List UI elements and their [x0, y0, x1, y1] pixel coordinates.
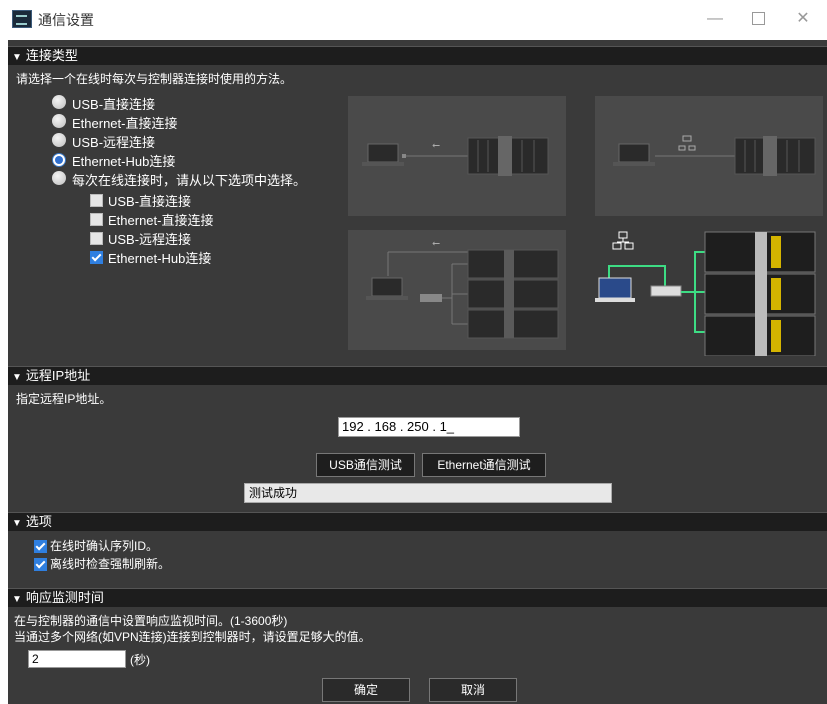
title-bar: 通信设置 — ✕ [0, 0, 827, 38]
radio-ethernet-hub[interactable] [52, 153, 66, 167]
close-button[interactable]: ✕ [785, 6, 821, 32]
response-description-line2: 当通过多个网络(如VPN连接)连接到控制器时，请设置足够大的值。 [14, 630, 371, 644]
maximize-button[interactable] [740, 6, 776, 32]
checkbox-label: Ethernet-直接连接 [108, 213, 214, 228]
radio-ethernet-direct[interactable] [52, 114, 66, 128]
section-header-response-time[interactable]: ▼ 响应监测时间 [8, 588, 827, 607]
minimize-button[interactable]: — [697, 6, 733, 32]
remote-ip-description: 指定远程IP地址。 [16, 392, 112, 406]
radio-label: 每次在线连接时，请从以下选项中选择。 [72, 173, 307, 188]
collapse-triangle-icon: ▼ [12, 518, 22, 529]
ethernet-test-button[interactable]: Ethernet通信测试 [422, 453, 546, 477]
usb-test-button[interactable]: USB通信测试 [316, 453, 415, 477]
usb-direct-illustration: ⭠ [348, 96, 566, 216]
conn-type-description: 请选择一个在线时每次与控制器连接时使用的方法。 [16, 72, 293, 86]
option-label: 离线时检查强制刷新。 [50, 557, 171, 571]
section-title: 选项 [25, 514, 52, 529]
ok-button[interactable]: 确定 [322, 678, 410, 702]
collapse-triangle-icon: ▼ [12, 594, 22, 605]
app-icon [12, 10, 32, 28]
checkbox-usb-remote[interactable] [90, 232, 103, 245]
checkbox-ethernet-hub[interactable] [90, 251, 103, 264]
section-header-options[interactable]: ▼ 选项 [8, 512, 827, 531]
ip-address-input[interactable]: 192 . 168 . 250 . 1_ [338, 417, 520, 437]
ethernet-hub-illustration [595, 231, 816, 356]
checkbox-usb-direct[interactable] [90, 194, 103, 207]
ethernet-direct-illustration [595, 96, 823, 216]
test-result-field: 测试成功 [244, 483, 612, 503]
dialog-body: ▼ 连接类型 请选择一个在线时每次与控制器连接时使用的方法。 USB-直接连接 E… [8, 40, 827, 704]
section-title: 连接类型 [25, 48, 78, 63]
collapse-triangle-icon: ▼ [12, 372, 22, 383]
radio-label: USB-直接连接 [72, 97, 156, 112]
option-label: 在线时确认序列ID。 [50, 539, 159, 553]
response-time-input[interactable]: 2 [28, 650, 126, 668]
collapse-triangle-icon: ▼ [12, 52, 22, 63]
checkbox-check-forced-refresh[interactable] [34, 558, 47, 571]
radio-label: Ethernet-Hub连接 [72, 154, 176, 169]
radio-label: Ethernet-直接连接 [72, 116, 178, 131]
checkbox-label: USB-远程连接 [108, 232, 192, 247]
section-header-conn-type[interactable]: ▼ 连接类型 [8, 46, 827, 65]
cancel-button[interactable]: 取消 [429, 678, 517, 702]
checkbox-label: USB-直接连接 [108, 194, 192, 209]
usb-remote-illustration: ⭠ [348, 230, 566, 350]
window-title: 通信设置 [38, 12, 94, 28]
radio-usb-remote[interactable] [52, 133, 66, 147]
response-time-unit: (秒) [130, 653, 150, 667]
radio-usb-direct[interactable] [52, 95, 66, 109]
radio-choose-each-time[interactable] [52, 171, 66, 185]
svg-text:⭠: ⭠ [432, 140, 440, 151]
section-title: 远程IP地址 [25, 368, 91, 383]
svg-text:⭠: ⭠ [432, 238, 440, 249]
response-description-line1: 在与控制器的通信中设置响应监视时间。(1-3600秒) [14, 614, 288, 628]
checkbox-confirm-sequence-id[interactable] [34, 540, 47, 553]
checkbox-ethernet-direct[interactable] [90, 213, 103, 226]
section-header-remote-ip[interactable]: ▼ 远程IP地址 [8, 366, 827, 385]
checkbox-label: Ethernet-Hub连接 [108, 251, 212, 266]
radio-label: USB-远程连接 [72, 135, 156, 150]
section-title: 响应监测时间 [25, 590, 104, 605]
